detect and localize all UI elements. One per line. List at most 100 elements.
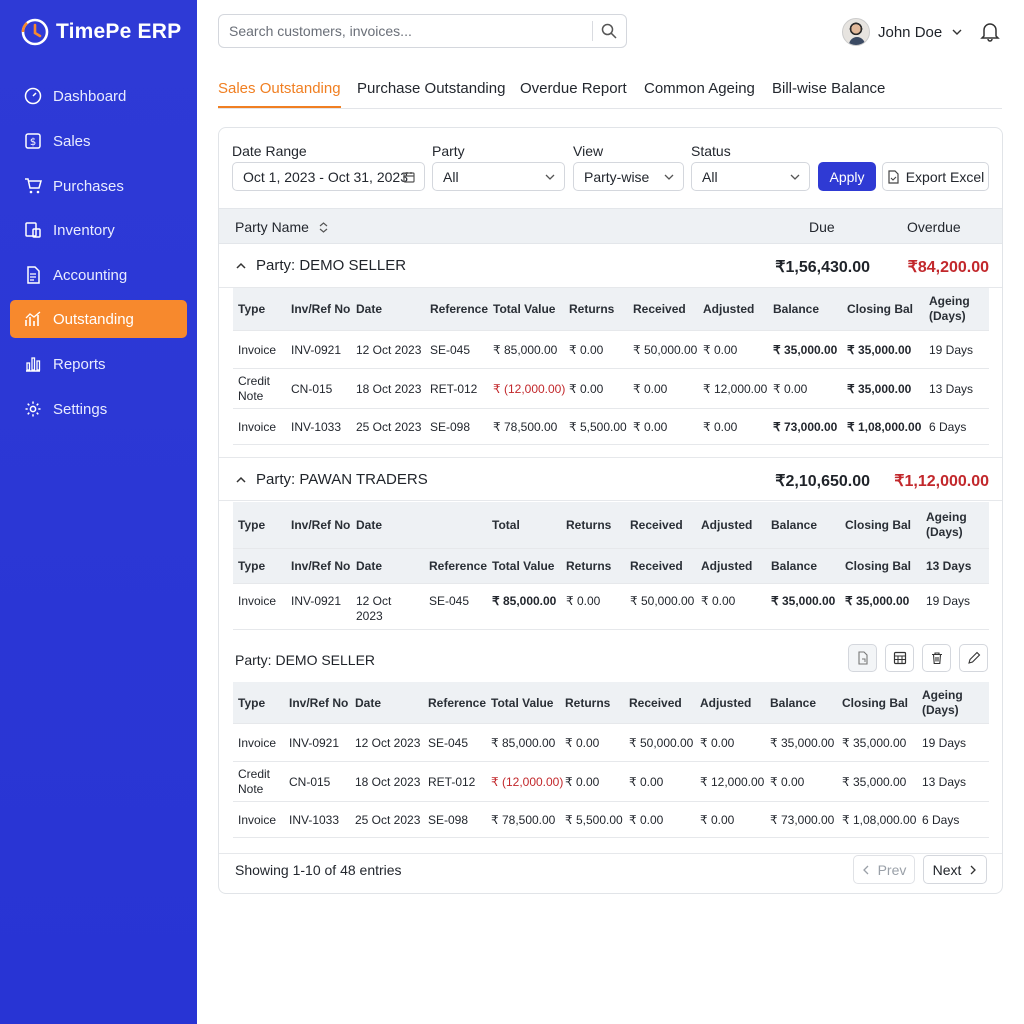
cell-type: Invoice [238, 343, 277, 357]
party-title-label: Party: PAWAN TRADERS [256, 471, 428, 488]
sales-icon: $ [24, 132, 42, 150]
date-range-label: Date Range [232, 143, 307, 159]
cart-icon [24, 177, 42, 195]
cell-returns: ₹ 0.00 [569, 382, 604, 396]
file-export-icon [888, 169, 899, 184]
sidebar-item-label: Outstanding [53, 310, 134, 328]
party-group-row[interactable]: Party: DEMO SELLER ₹1,56,430.00 ₹84,200.… [219, 244, 1002, 288]
delete-button[interactable] [922, 644, 951, 672]
cell-ageing: 6 Days [922, 813, 960, 827]
cell-adjusted: ₹ 0.00 [703, 343, 738, 357]
table-row[interactable]: Credit Note CN-015 18 Oct 2023 RET-012 ₹… [233, 369, 989, 409]
cell-closing-bal: ₹ 1,08,000.00 [842, 813, 917, 827]
cell-received: ₹ 50,000.00 [630, 594, 695, 608]
sidebar-item-label: Reports [53, 355, 106, 373]
col-balance: Balance [773, 302, 820, 316]
inventory-icon [24, 221, 42, 239]
apply-button[interactable]: Apply [818, 162, 876, 191]
cell-reference: RET-012 [428, 775, 476, 789]
tab-bill-wise-balance[interactable]: Bill-wise Balance [772, 80, 885, 108]
view-value: Party-wise [584, 169, 650, 185]
tab-overdue-report[interactable]: Overdue Report [520, 80, 627, 108]
sidebar-item-settings[interactable]: Settings [10, 390, 187, 428]
cell-adjusted: ₹ 12,000.00 [700, 775, 765, 789]
sidebar-item-purchases[interactable]: Purchases [10, 167, 187, 205]
col-date: Date [355, 696, 382, 710]
cell-total-value: ₹ 85,000.00 [493, 343, 558, 357]
tab-common-ageing[interactable]: Common Ageing [644, 80, 755, 108]
party-overdue: ₹1,12,000.00 [894, 473, 989, 490]
party-label: Party [432, 143, 465, 159]
cell-inv-ref: INV-0921 [291, 343, 342, 357]
sidebar-item-dashboard[interactable]: Dashboard [10, 77, 187, 115]
col-closing-bal: Closing Bal [845, 559, 912, 573]
next-page-button[interactable]: Next [923, 855, 987, 884]
table-row[interactable]: Invoice INV-0921 12 Oct 2023 SE-045 ₹ 85… [233, 331, 989, 369]
due-header: Due [809, 219, 835, 235]
col-inv-ref: Inv/Ref No [289, 696, 349, 710]
sidebar-item-label: Dashboard [53, 87, 127, 105]
date-range-picker[interactable]: Oct 1, 2023 - Oct 31, 2023 [232, 162, 425, 191]
col-reference: Reference [429, 559, 488, 573]
sidebar-item-outstanding[interactable]: Outstanding [10, 300, 187, 338]
table-header: Party Name Due Overdue [219, 208, 1002, 244]
calculator-button[interactable] [885, 644, 914, 672]
col-type: Type [238, 696, 266, 710]
table-row[interactable]: Credit Note CN-015 18 Oct 2023 RET-012 ₹… [233, 762, 989, 802]
cell-returns: ₹ 5,500.00 [569, 420, 627, 434]
sidebar-item-label: Purchases [53, 177, 124, 195]
cell-total-value: ₹ 85,000.00 [491, 736, 556, 750]
edit-button[interactable] [959, 644, 988, 672]
cell-type: Credit Note [238, 374, 271, 403]
user-name: John Doe [878, 23, 943, 41]
sidebar-item-sales[interactable]: $ Sales [10, 122, 187, 160]
col-total-value: Total Value [493, 302, 556, 316]
dashboard-icon [24, 87, 42, 105]
cell-type: Invoice [238, 420, 277, 434]
sidebar-item-reports[interactable]: Reports [10, 345, 187, 383]
view-select[interactable]: Party-wise [573, 162, 684, 191]
col-returns: Returns [565, 696, 611, 710]
view-document-button[interactable] [848, 644, 877, 672]
party-group-row[interactable]: Party: PAWAN TRADERS ₹2,10,650.00 ₹1,12,… [219, 457, 1002, 501]
calendar-icon [403, 172, 415, 183]
cell-type: Invoice [238, 813, 277, 827]
table-row[interactable]: Invoice INV-0921 12 Oct 2023 SE-045 ₹ 85… [233, 724, 989, 762]
user-menu[interactable]: John Doe [842, 17, 962, 47]
search-button[interactable] [598, 20, 620, 42]
cell-type: Credit Note [238, 767, 271, 796]
cell-closing-bal: ₹ 35,000.00 [842, 775, 907, 789]
table-row[interactable]: Invoice INV-1033 25 Oct 2023 SE-098 ₹ 78… [233, 802, 989, 838]
party-select[interactable]: All [432, 162, 565, 191]
sidebar-item-inventory[interactable]: Inventory [10, 211, 187, 249]
col-returns: Returns [566, 559, 612, 573]
party-name-header[interactable]: Party Name [235, 219, 328, 235]
app-logo[interactable]: TimePe ERP [20, 16, 181, 48]
cell-returns: ₹ 0.00 [569, 343, 604, 357]
cell-received: ₹ 0.00 [633, 382, 668, 396]
sidebar-item-accounting[interactable]: Accounting [10, 256, 187, 294]
cell-reference: SE-045 [429, 594, 470, 608]
col-date: Date [356, 559, 383, 573]
cell-inv-ref: INV-0921 [289, 736, 340, 750]
export-excel-button[interactable]: Export Excel [882, 162, 989, 191]
bar-chart-icon [24, 355, 42, 373]
table-row[interactable]: Invoice INV-0921 12 Oct 2023 SE-045 ₹ 85… [233, 584, 989, 630]
cell-date: 12 Oct 2023 [355, 736, 421, 750]
search-input[interactable] [229, 21, 589, 41]
view-label: View [573, 143, 604, 159]
cell-total-value: ₹ (12,000.00) [493, 382, 566, 396]
cell-closing-bal: ₹ 35,000.00 [847, 382, 912, 396]
col-ageing: Ageing (Days) [922, 688, 963, 717]
entries-info: Showing 1-10 of 48 entries [235, 862, 402, 878]
status-select[interactable]: All [691, 162, 810, 191]
prev-page-button[interactable]: Prev [853, 855, 915, 884]
col-type: Type [238, 518, 266, 532]
bell-icon[interactable] [979, 20, 1001, 42]
table-row[interactable]: Invoice INV-1033 25 Oct 2023 SE-098 ₹ 78… [233, 409, 989, 445]
tab-sales-outstanding[interactable]: Sales Outstanding [218, 80, 341, 108]
calculator-icon [893, 651, 906, 665]
tab-purchase-outstanding[interactable]: Purchase Outstanding [357, 80, 505, 108]
party-title: Party: DEMO SELLER [235, 652, 376, 668]
party-overdue: ₹84,200.00 [907, 259, 989, 276]
